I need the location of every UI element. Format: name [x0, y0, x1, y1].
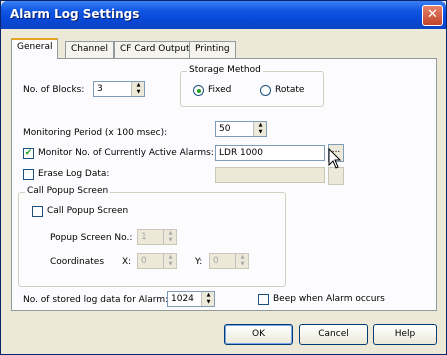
monitor-active-address-input[interactable]: LDR 1000	[215, 145, 325, 161]
spin-up-icon[interactable]: ▲	[202, 292, 215, 299]
call-popup-group: Call Popup Screen Call Popup Screen Popu…	[18, 186, 286, 287]
blocks-input[interactable]: 3 ▲ ▼	[93, 81, 145, 97]
coord-y-input[interactable]: 0 ▲ ▼	[209, 253, 249, 269]
storage-method-group: Storage Method Fixed Rotate	[180, 65, 324, 107]
stored-log-label: No. of stored log data for Alarm:	[23, 295, 169, 305]
radio-selected-dot	[197, 89, 201, 93]
beep-label: Beep when Alarm occurs	[273, 294, 385, 304]
spin-down-icon[interactable]: ▼	[202, 299, 215, 306]
fixed-label: Fixed	[208, 85, 232, 95]
monitor-active-address-value: LDR 1000	[219, 148, 263, 158]
tab-cf-card-output[interactable]: CF Card Output	[114, 41, 196, 58]
alarm-log-settings-dialog: Alarm Log Settings ✕ General Channel CF …	[0, 0, 447, 355]
window-title: Alarm Log Settings	[10, 7, 140, 21]
call-popup-checkbox[interactable]	[32, 206, 43, 217]
blocks-label: No. of Blocks:	[23, 85, 85, 95]
stored-log-value: 1024	[171, 294, 194, 304]
monitor-active-checkbox[interactable]: ✔	[23, 148, 34, 159]
popup-screen-no-label: Popup Screen No.:	[50, 233, 133, 243]
spin-up-icon[interactable]: ▲	[236, 254, 249, 261]
spin-down-icon[interactable]: ▼	[164, 261, 177, 268]
call-popup-checkbox-label: Call Popup Screen	[47, 206, 129, 216]
beep-checkbox[interactable]	[258, 294, 269, 305]
cancel-button[interactable]: Cancel	[299, 324, 368, 345]
rotate-radio[interactable]	[260, 85, 271, 96]
coord-x-label: X:	[122, 257, 132, 267]
monitoring-period-input[interactable]: 50 ▲ ▼	[215, 121, 267, 137]
help-button[interactable]: Help	[373, 324, 437, 345]
call-popup-group-label: Call Popup Screen	[25, 186, 111, 196]
popup-screen-no-value: 1	[141, 232, 147, 242]
spin-down-icon[interactable]: ▼	[132, 89, 145, 96]
coord-y-spinner[interactable]: ▲ ▼	[235, 254, 248, 268]
rotate-label: Rotate	[275, 85, 305, 95]
tab-printing[interactable]: Printing	[189, 41, 236, 58]
tab-channel[interactable]: Channel	[65, 41, 114, 58]
coord-x-spinner[interactable]: ▲ ▼	[163, 254, 176, 268]
tab-general[interactable]: General	[11, 38, 59, 59]
blocks-spinner[interactable]: ▲ ▼	[131, 82, 144, 96]
title-bar[interactable]: Alarm Log Settings ✕	[1, 1, 446, 29]
spin-up-icon[interactable]: ▲	[164, 230, 177, 237]
monitoring-period-spinner[interactable]: ▲ ▼	[253, 122, 266, 136]
coord-y-value: 0	[213, 256, 219, 266]
spin-up-icon[interactable]: ▲	[254, 122, 267, 129]
erase-log-address-input[interactable]	[215, 167, 325, 183]
coord-y-label: Y:	[195, 257, 203, 267]
popup-screen-no-input[interactable]: 1 ▲ ▼	[137, 229, 177, 245]
mouse-pointer-icon	[328, 148, 342, 169]
spin-up-icon[interactable]: ▲	[164, 254, 177, 261]
erase-log-checkbox[interactable]	[23, 169, 34, 180]
coord-x-input[interactable]: 0 ▲ ▼	[137, 253, 177, 269]
stored-log-spinner[interactable]: ▲ ▼	[201, 292, 214, 306]
stored-log-input[interactable]: 1024 ▲ ▼	[167, 291, 215, 307]
close-button[interactable]: ✕	[422, 5, 443, 26]
spin-down-icon[interactable]: ▼	[236, 261, 249, 268]
monitoring-period-label: Monitoring Period (x 100 msec):	[23, 128, 168, 138]
spin-up-icon[interactable]: ▲	[132, 82, 145, 89]
monitoring-period-value: 50	[219, 124, 231, 134]
checkmark-icon: ✔	[24, 148, 33, 158]
general-tab-panel: No. of Blocks: 3 ▲ ▼ Storage Method Fixe…	[11, 58, 437, 311]
storage-method-label: Storage Method	[187, 65, 263, 75]
erase-log-label: Erase Log Data:	[38, 169, 110, 179]
popup-screen-no-spinner[interactable]: ▲ ▼	[163, 230, 176, 244]
monitor-active-label: Monitor No. of Currently Active Alarms:	[38, 148, 214, 158]
coordinates-label: Coordinates	[50, 257, 105, 267]
blocks-value: 3	[97, 84, 103, 94]
close-icon: ✕	[427, 7, 438, 22]
spin-down-icon[interactable]: ▼	[164, 237, 177, 244]
ok-button[interactable]: OK	[224, 324, 293, 345]
fixed-radio[interactable]	[193, 85, 204, 96]
spin-down-icon[interactable]: ▼	[254, 129, 267, 136]
coord-x-value: 0	[141, 256, 147, 266]
